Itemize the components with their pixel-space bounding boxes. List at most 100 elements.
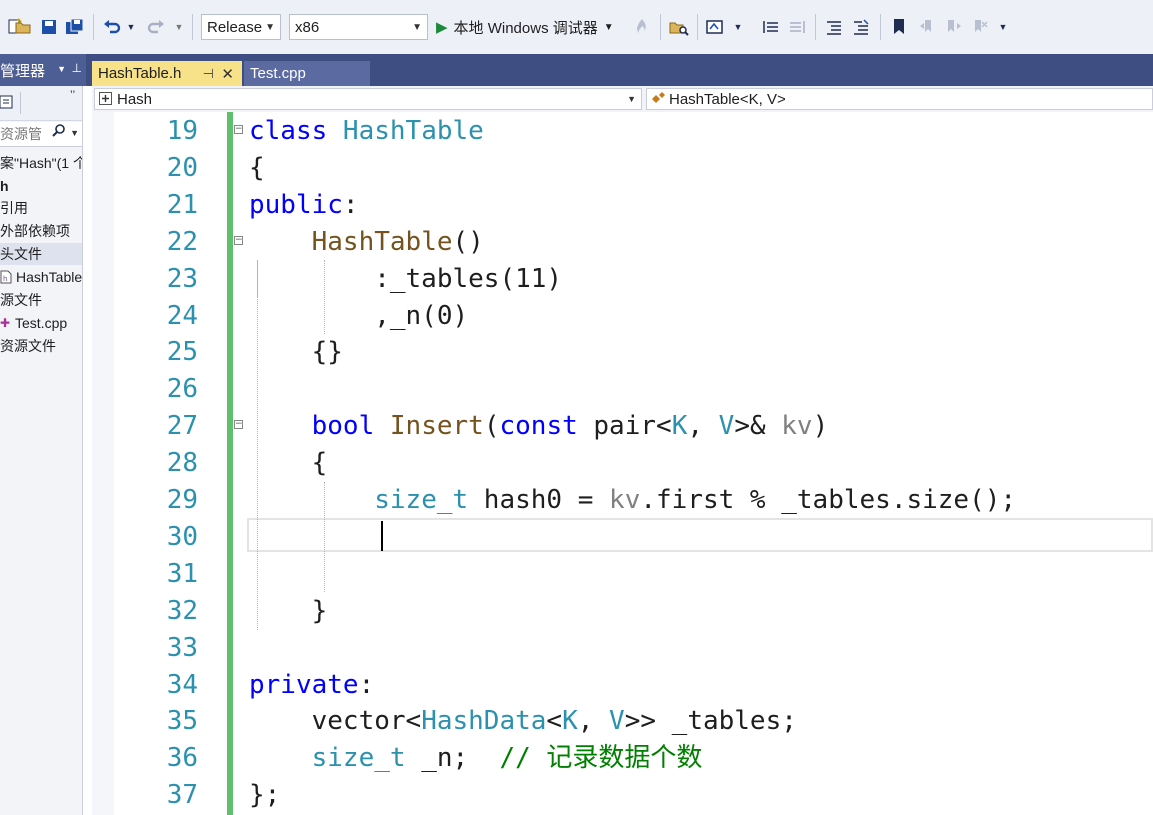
code-line[interactable]: 28 {: [92, 445, 1153, 482]
line-number: 33: [166, 632, 198, 663]
open-folder-icon[interactable]: [12, 14, 34, 40]
code-line[interactable]: 33: [92, 630, 1153, 667]
tree-item-external-deps[interactable]: 外部依赖项: [0, 220, 70, 242]
code-line[interactable]: 36 size_t _n; // 记录数据个数: [92, 740, 1153, 777]
code-line[interactable]: 32 }: [92, 593, 1153, 630]
platform-select[interactable]: x86 ▼: [289, 14, 428, 40]
hot-reload-icon[interactable]: [632, 14, 652, 40]
tab-hashtable-h[interactable]: HashTable.h ⊣ ✕: [92, 61, 242, 86]
code-text: private:: [249, 667, 374, 704]
comment-lines-icon[interactable]: [823, 14, 845, 40]
overflow-dropdown-icon[interactable]: ▼: [731, 14, 745, 40]
undo-dropdown-icon[interactable]: ▼: [124, 14, 138, 40]
code-line[interactable]: 27 bool Insert(const pair<K, V>& kv): [92, 408, 1153, 445]
redo-icon[interactable]: [144, 14, 168, 40]
code-text: {}: [249, 334, 343, 371]
previous-bookmark-icon[interactable]: [917, 14, 937, 40]
code-token: ,: [687, 411, 719, 442]
uncomment-lines-icon[interactable]: [850, 14, 872, 40]
bookmark-icon[interactable]: [889, 14, 909, 40]
outdent-icon[interactable]: [786, 14, 808, 40]
save-all-icon[interactable]: [64, 14, 86, 40]
toolbar-overflow-icon[interactable]: ▼: [996, 14, 1010, 40]
solution-explorer-icon[interactable]: [703, 14, 727, 40]
tree-item-label: 引用: [0, 200, 28, 216]
next-bookmark-icon[interactable]: [944, 14, 964, 40]
more-icon[interactable]: ’’: [70, 88, 75, 102]
close-icon[interactable]: ✕: [221, 65, 234, 83]
code-line[interactable]: 23 :_tables(11): [92, 261, 1153, 298]
tree-item-references[interactable]: 引用: [0, 197, 28, 219]
tree-item-header-files[interactable]: 头文件: [0, 243, 82, 265]
code-token: K: [562, 706, 578, 737]
platform-value: x86: [295, 18, 320, 36]
code-token: K: [671, 411, 688, 442]
collapse-icon[interactable]: −: [234, 125, 243, 134]
tree-item-hashtable-h[interactable]: h HashTable: [0, 266, 82, 288]
toolbar-separator: [815, 14, 816, 40]
code-line[interactable]: 21 public:: [92, 187, 1153, 224]
collapse-icon[interactable]: −: [234, 236, 243, 245]
code-token: const: [499, 411, 594, 442]
code-token: >&: [734, 411, 782, 442]
code-line[interactable]: 37};: [92, 777, 1153, 814]
tree-item-source-files[interactable]: 源文件: [0, 289, 42, 311]
solution-explorer-title: 管理器 ▼ ⊥: [0, 54, 86, 86]
code-editor[interactable]: 19 class HashTable 20{21 public: 22 HashTabl…: [92, 112, 1153, 815]
code-line[interactable]: 26: [92, 371, 1153, 408]
code-token: Insert: [389, 411, 484, 442]
save-icon[interactable]: [38, 14, 60, 40]
pin-icon[interactable]: ⊣: [203, 66, 214, 82]
code-token: :: [358, 669, 375, 700]
code-token: }: [249, 595, 328, 626]
configuration-select[interactable]: Release ▼: [201, 14, 281, 40]
chevron-down-icon[interactable]: ▼: [70, 128, 79, 138]
find-in-files-icon[interactable]: [667, 14, 691, 40]
toolbar-separator: [697, 14, 698, 40]
code-line[interactable]: 25 {}: [92, 334, 1153, 371]
solution-explorer-panel: ’’ 资源管 ▼ 案"Hash"(1 个 h 引用 外部依赖项 头文件 h Ha…: [0, 86, 83, 815]
code-text: public:: [249, 187, 359, 224]
indent-icon[interactable]: [760, 14, 782, 40]
undo-icon[interactable]: [100, 14, 124, 40]
pin-icon[interactable]: ⊥: [72, 61, 82, 75]
code-token: hash0 =: [468, 485, 610, 515]
search-icon[interactable]: [52, 124, 66, 141]
solution-explorer-search[interactable]: 资源管 ▼: [0, 122, 82, 147]
code-line[interactable]: 19 class HashTable: [92, 113, 1153, 150]
collapse-icon[interactable]: −: [234, 420, 243, 429]
code-text: vector<HashData<K, V>> _tables;: [249, 703, 797, 740]
code-line[interactable]: 22 HashTable(): [92, 224, 1153, 261]
tree-item-solution[interactable]: 案"Hash"(1 个: [0, 152, 82, 174]
redo-dropdown-icon[interactable]: ▼: [172, 14, 186, 40]
code-text: class HashTable: [249, 113, 484, 150]
line-number: 21: [166, 189, 198, 220]
tab-label: Test.cpp: [250, 65, 306, 82]
code-token: .first % _tables.size();: [640, 485, 1017, 515]
line-number: 23: [166, 263, 198, 294]
code-line[interactable]: 30: [92, 519, 1153, 556]
code-token: _n;: [405, 743, 500, 774]
code-token: kv: [609, 485, 641, 515]
tab-test-cpp[interactable]: Test.cpp: [244, 61, 370, 86]
tree-item-project[interactable]: h: [0, 175, 9, 197]
code-line[interactable]: 31: [92, 556, 1153, 593]
code-line[interactable]: 34 private:: [92, 667, 1153, 704]
tree-item-resource-files[interactable]: 资源文件: [0, 335, 56, 357]
sync-icon[interactable]: [0, 94, 14, 110]
code-line[interactable]: 35 vector<HashData<K, V>> _tables;: [92, 703, 1153, 740]
code-line[interactable]: 20 {: [92, 150, 1153, 187]
start-debugger-button[interactable]: ▶ 本地 Windows 调试器 ▼: [436, 14, 614, 40]
code-line[interactable]: 29 size_t hash0 = kv.first % _tables.siz…: [92, 482, 1153, 519]
chevron-down-icon: ▼: [412, 22, 422, 33]
chevron-down-icon[interactable]: ▼: [57, 64, 66, 74]
code-token: HashTable: [342, 116, 484, 146]
code-line[interactable]: 24 ,_n(0): [92, 298, 1153, 335]
member-select[interactable]: HashTable<K, V>: [646, 88, 1153, 110]
code-token: class: [249, 116, 343, 146]
tree-item-test-cpp[interactable]: ✚ Test.cpp: [0, 312, 67, 334]
code-token: {: [249, 448, 328, 479]
document-tab-strip: 管理器 ▼ ⊥ HashTable.h ⊣ ✕ Test.cpp: [0, 54, 1153, 86]
clear-bookmarks-icon[interactable]: [970, 14, 990, 40]
scope-select[interactable]: Hash ▼: [94, 88, 642, 110]
